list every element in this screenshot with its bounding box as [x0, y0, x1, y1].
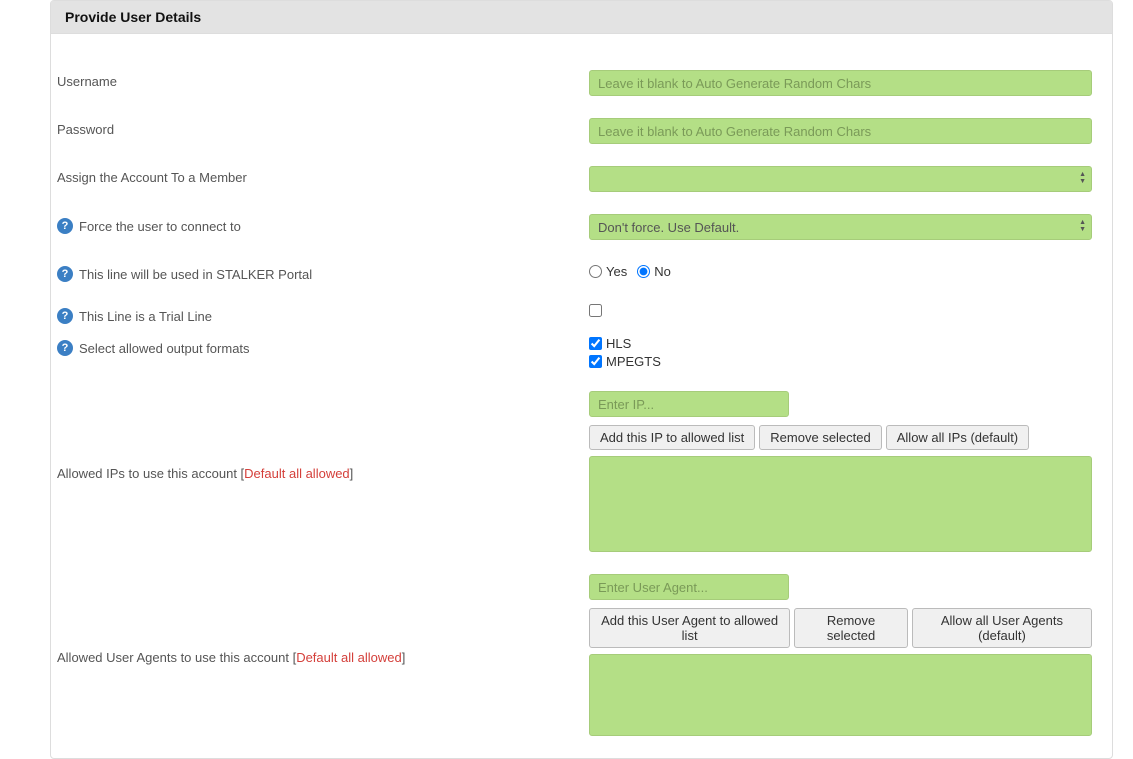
format-mpegts-checkbox[interactable]: [589, 355, 602, 368]
user-details-panel: Provide User Details Username Password: [50, 0, 1113, 759]
allowed-agents-listbox[interactable]: [589, 654, 1092, 736]
stalker-yes-label: Yes: [606, 264, 627, 279]
label-allowed-agents: Allowed User Agents to use this account …: [57, 650, 405, 665]
row-allowed-ips: Allowed IPs to use this account [Default…: [57, 391, 1106, 552]
allowed-ips-label-note: Default all allowed: [244, 466, 350, 481]
help-icon[interactable]: ?: [57, 308, 73, 324]
format-hls-checkbox[interactable]: [589, 337, 602, 350]
stalker-radio-group: Yes No: [589, 262, 1092, 279]
allowed-agents-label-note: Default all allowed: [296, 650, 402, 665]
help-icon[interactable]: ?: [57, 340, 73, 356]
label-allowed-ips: Allowed IPs to use this account [Default…: [57, 466, 353, 481]
stalker-yes-radio[interactable]: [589, 265, 602, 278]
username-input[interactable]: [589, 70, 1092, 96]
label-formats: Select allowed output formats: [79, 341, 250, 356]
assign-member-select[interactable]: [589, 166, 1092, 192]
allowed-ips-listbox[interactable]: [589, 456, 1092, 552]
form-body: Username Password Assign the Account To …: [51, 34, 1112, 736]
row-formats: ? Select allowed output formats HLS MPEG…: [57, 336, 1106, 369]
row-username: Username: [57, 70, 1106, 96]
allowed-ips-label-suffix: ]: [350, 466, 354, 481]
format-hls-label: HLS: [606, 336, 631, 351]
force-connect-select[interactable]: Don't force. Use Default.: [589, 214, 1092, 240]
row-password: Password: [57, 118, 1106, 144]
formats-group: HLS MPEGTS: [589, 336, 1092, 369]
allowed-agents-label-suffix: ]: [402, 650, 406, 665]
add-agent-button[interactable]: Add this User Agent to allowed list: [589, 608, 790, 648]
password-input[interactable]: [589, 118, 1092, 144]
trial-checkbox[interactable]: [589, 304, 602, 317]
allow-all-agents-button[interactable]: Allow all User Agents (default): [912, 608, 1092, 648]
allowed-ip-input[interactable]: [589, 391, 789, 417]
format-mpegts-label: MPEGTS: [606, 354, 661, 369]
row-force-connect: ? Force the user to connect to Don't for…: [57, 214, 1106, 240]
allowed-agents-label-prefix: Allowed User Agents to use this account …: [57, 650, 296, 665]
row-allowed-agents: Allowed User Agents to use this account …: [57, 574, 1106, 736]
add-ip-button[interactable]: Add this IP to allowed list: [589, 425, 755, 450]
allowed-agent-input[interactable]: [589, 574, 789, 600]
label-force-connect: Force the user to connect to: [79, 219, 241, 234]
label-trial: This Line is a Trial Line: [79, 309, 212, 324]
panel-title: Provide User Details: [51, 1, 1112, 34]
allow-all-ips-button[interactable]: Allow all IPs (default): [886, 425, 1029, 450]
row-assign-member: Assign the Account To a Member ▲▼: [57, 166, 1106, 192]
stalker-no-radio[interactable]: [637, 265, 650, 278]
help-icon[interactable]: ?: [57, 218, 73, 234]
label-password: Password: [57, 122, 114, 137]
remove-agent-button[interactable]: Remove selected: [794, 608, 908, 648]
help-icon[interactable]: ?: [57, 266, 73, 282]
label-username: Username: [57, 74, 117, 89]
row-stalker: ? This line will be used in STALKER Port…: [57, 262, 1106, 282]
remove-ip-button[interactable]: Remove selected: [759, 425, 881, 450]
label-stalker: This line will be used in STALKER Portal: [79, 267, 312, 282]
allowed-ips-label-prefix: Allowed IPs to use this account [: [57, 466, 244, 481]
label-assign-member: Assign the Account To a Member: [57, 170, 247, 185]
row-trial: ? This Line is a Trial Line: [57, 304, 1106, 324]
stalker-no-label: No: [654, 264, 671, 279]
